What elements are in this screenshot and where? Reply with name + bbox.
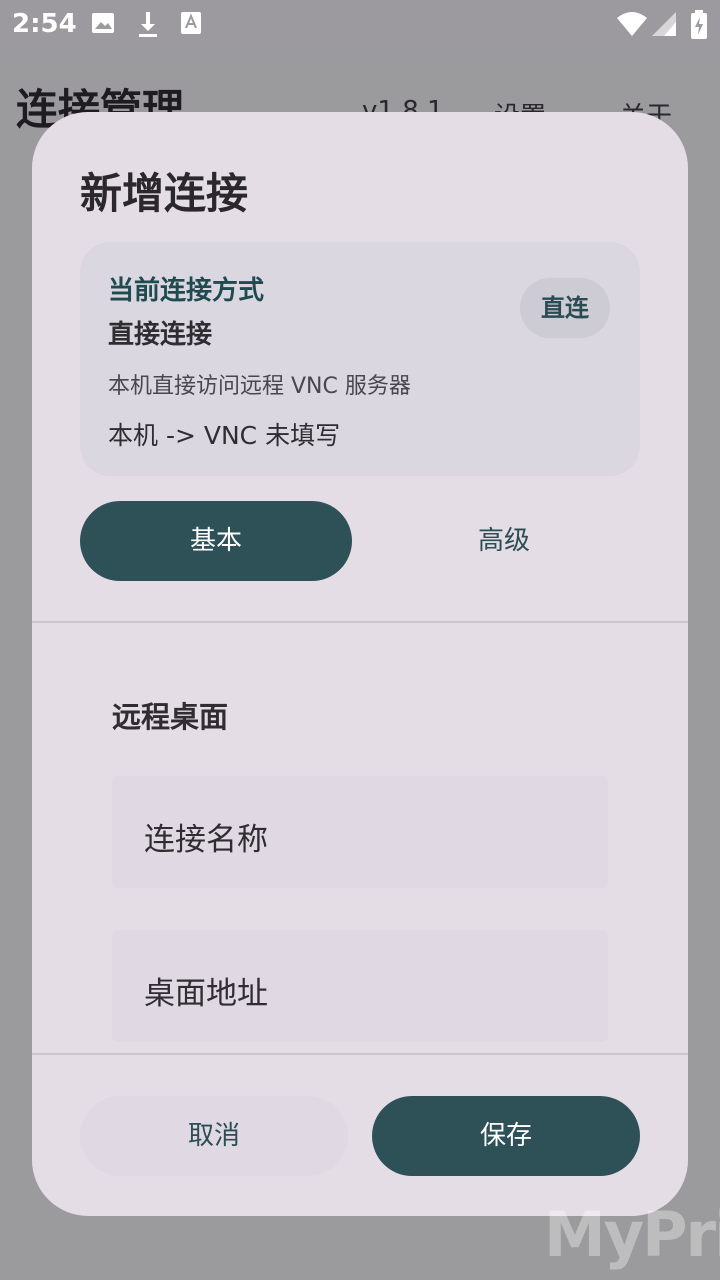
download-icon [139, 12, 157, 37]
save-button[interactable]: 保存 [372, 1096, 640, 1176]
top-divider [32, 621, 688, 623]
connection-name-field[interactable]: 连接名称 [112, 776, 608, 888]
mode-description: 本机直接访问远程 VNC 服务器 [108, 374, 411, 399]
watermark: MyPrice [544, 1198, 720, 1271]
desktop-address-field[interactable]: 桌面地址 [112, 930, 608, 1042]
cancel-button[interactable]: 取消 [80, 1096, 348, 1176]
status-bar: 2:54 [0, 0, 720, 50]
desktop-address-label: 桌面地址 [144, 976, 268, 1012]
image-icon [92, 13, 114, 33]
section-title-remote-desktop: 远程桌面 [112, 700, 229, 734]
battery-charging-icon [691, 10, 707, 39]
tab-advanced[interactable]: 高级 [368, 501, 640, 581]
new-connection-dialog: 新增连接 当前连接方式 直接连接 本机直接访问远程 VNC 服务器 本机 -> … [32, 112, 688, 1216]
direct-mode-chip[interactable]: 直连 [520, 278, 610, 338]
text-a-icon [181, 12, 201, 34]
mode-heading: 当前连接方式 [108, 276, 265, 306]
wifi-icon [617, 12, 647, 36]
connection-name-label: 连接名称 [144, 822, 268, 858]
tab-basic[interactable]: 基本 [80, 501, 352, 581]
bottom-divider [32, 1053, 688, 1055]
connection-mode-card: 当前连接方式 直接连接 本机直接访问远程 VNC 服务器 本机 -> VNC 未… [80, 242, 640, 476]
mode-route: 本机 -> VNC 未填写 [108, 421, 341, 450]
status-time: 2:54 [12, 9, 77, 39]
signal-icon [652, 12, 676, 36]
dialog-title: 新增连接 [80, 169, 249, 218]
mode-name: 直接连接 [108, 320, 213, 350]
